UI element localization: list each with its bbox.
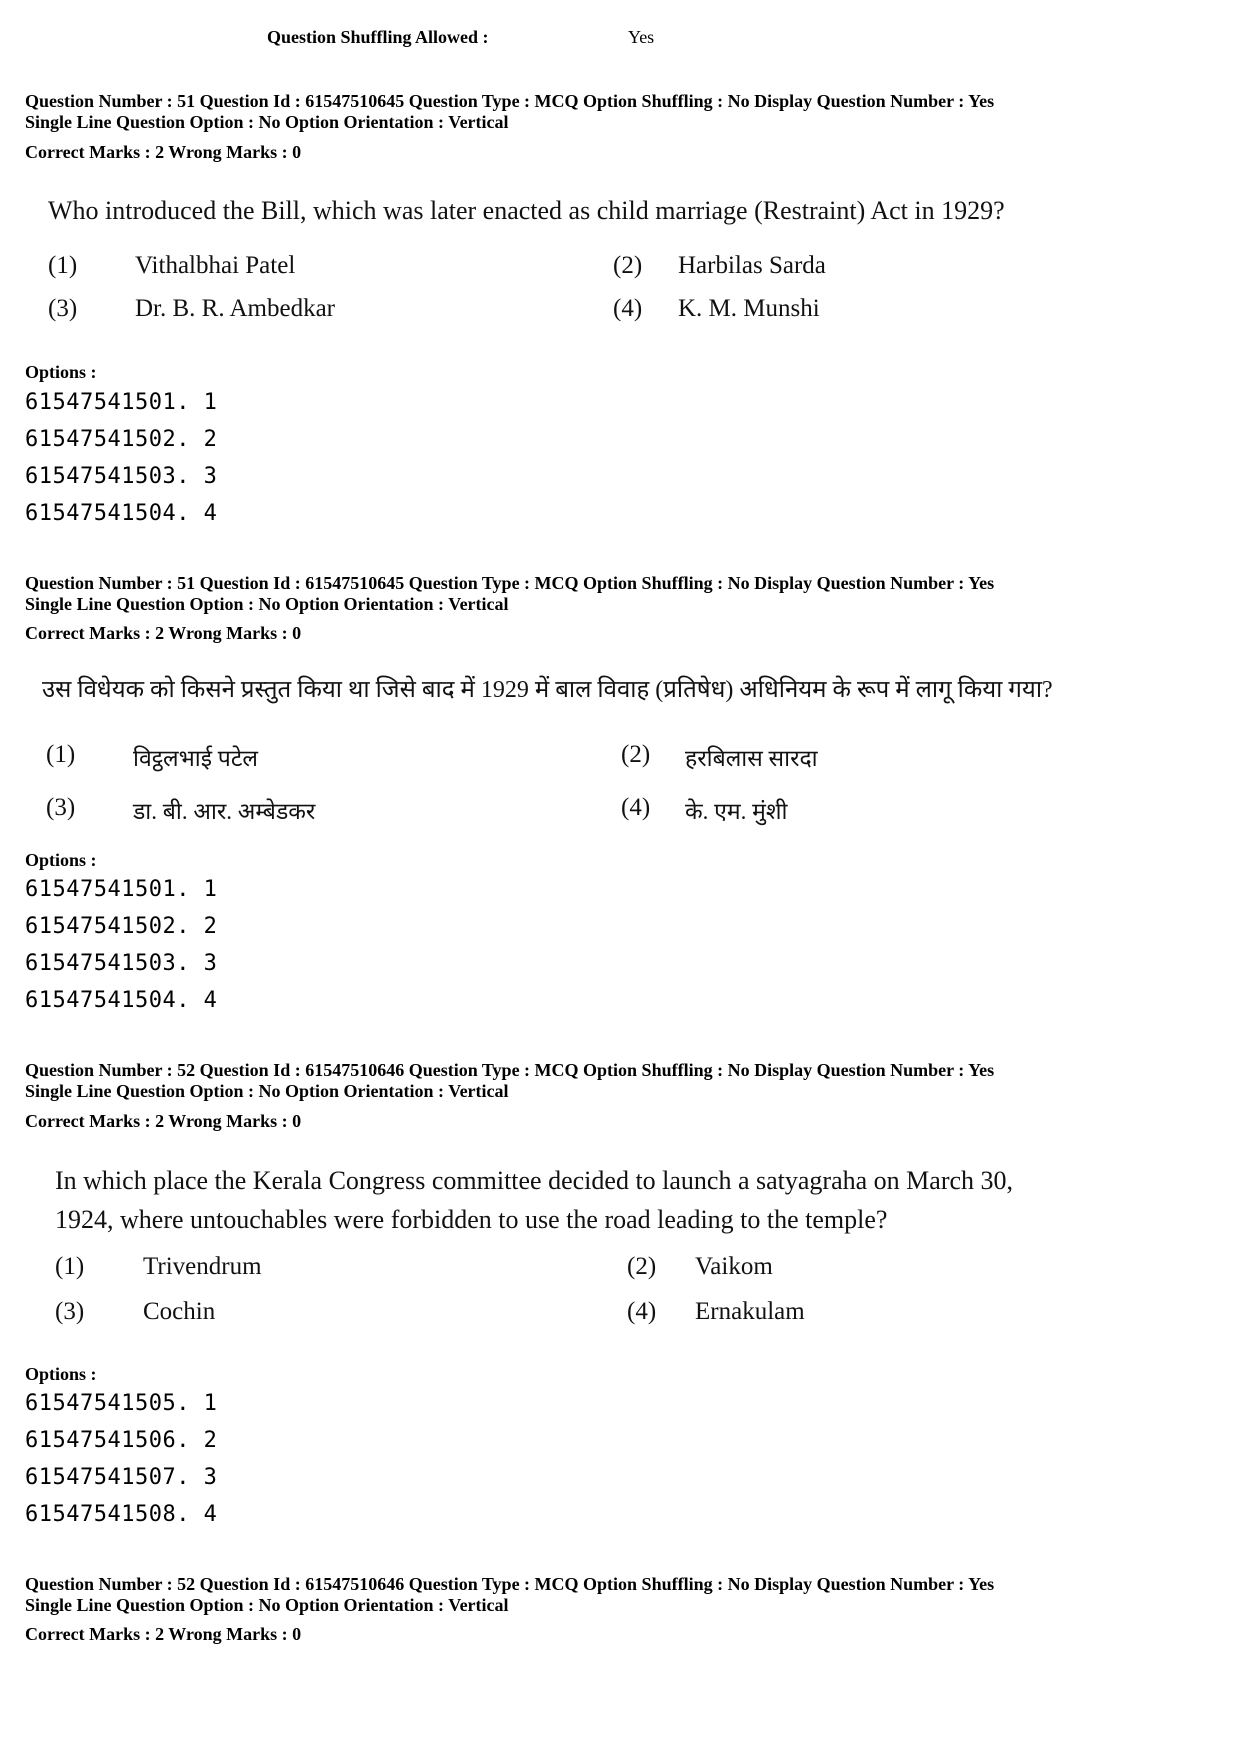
choice-number: (3) bbox=[46, 794, 76, 821]
option-id: 61547541505. 1 bbox=[25, 1391, 218, 1416]
choice-number: (3) bbox=[48, 295, 78, 322]
question-meta-line2: Single Line Question Option : No Option … bbox=[25, 112, 509, 132]
question-meta-line2: Single Line Question Option : No Option … bbox=[25, 594, 509, 614]
choice-text: K. M. Munshi bbox=[678, 295, 820, 322]
question-text: Who introduced the Bill, which was later… bbox=[48, 196, 1005, 225]
options-label: Options : bbox=[25, 850, 97, 870]
question-meta-line1: Question Number : 51 Question Id : 61547… bbox=[25, 573, 995, 593]
option-id: 61547541506. 2 bbox=[25, 1428, 218, 1453]
question-shuffling-label: Question Shuffling Allowed : bbox=[267, 27, 489, 47]
choice-text: के. एम. मुंशी bbox=[685, 799, 788, 824]
question-meta-line1: Question Number : 52 Question Id : 61547… bbox=[25, 1060, 995, 1080]
option-id: 61547541504. 4 bbox=[25, 988, 218, 1013]
choice-text: Harbilas Sarda bbox=[678, 252, 826, 279]
choice-number: (1) bbox=[48, 252, 78, 279]
marks-line: Correct Marks : 2 Wrong Marks : 0 bbox=[25, 1624, 302, 1644]
marks-line: Correct Marks : 2 Wrong Marks : 0 bbox=[25, 623, 302, 643]
option-id: 61547541503. 3 bbox=[25, 951, 218, 976]
question-meta-line1: Question Number : 52 Question Id : 61547… bbox=[25, 1574, 995, 1594]
marks-line: Correct Marks : 2 Wrong Marks : 0 bbox=[25, 1111, 302, 1131]
choice-text: डा. बी. आर. अम्बेडकर bbox=[133, 799, 316, 824]
choice-number: (4) bbox=[627, 1298, 657, 1325]
choice-text: Cochin bbox=[143, 1298, 216, 1325]
question-text-line1: In which place the Kerala Congress commi… bbox=[55, 1166, 1014, 1195]
choice-number: (1) bbox=[46, 741, 76, 768]
choice-text: Dr. B. R. Ambedkar bbox=[135, 295, 335, 322]
option-id: 61547541507. 3 bbox=[25, 1465, 218, 1490]
marks-line: Correct Marks : 2 Wrong Marks : 0 bbox=[25, 142, 302, 162]
choice-number: (3) bbox=[55, 1298, 85, 1325]
choice-number: (4) bbox=[621, 794, 651, 821]
option-id: 61547541502. 2 bbox=[25, 914, 218, 939]
option-id: 61547541504. 4 bbox=[25, 501, 218, 526]
option-id: 61547541503. 3 bbox=[25, 464, 218, 489]
question-text-line2: 1924, where untouchables were forbidden … bbox=[55, 1205, 888, 1234]
question-meta-line1: Question Number : 51 Question Id : 61547… bbox=[25, 91, 995, 111]
choice-text: Ernakulam bbox=[695, 1298, 805, 1325]
option-id: 61547541501. 1 bbox=[25, 877, 218, 902]
choice-number: (1) bbox=[55, 1253, 85, 1280]
choice-text: Trivendrum bbox=[143, 1253, 262, 1280]
options-label: Options : bbox=[25, 1364, 97, 1384]
choice-number: (2) bbox=[627, 1253, 657, 1280]
option-id: 61547541502. 2 bbox=[25, 427, 218, 452]
question-meta-line2: Single Line Question Option : No Option … bbox=[25, 1081, 509, 1101]
option-id: 61547541508. 4 bbox=[25, 1502, 218, 1527]
choice-number: (2) bbox=[621, 741, 651, 768]
option-id: 61547541501. 1 bbox=[25, 390, 218, 415]
choice-text: Vithalbhai Patel bbox=[135, 252, 296, 279]
question-text: उस विधेयक को किसने प्रस्तुत किया था जिसे… bbox=[42, 677, 1053, 703]
choice-text: विट्ठलभाई पटेल bbox=[133, 746, 259, 771]
choice-text: Vaikom bbox=[695, 1253, 773, 1280]
choice-number: (4) bbox=[613, 295, 643, 322]
choice-number: (2) bbox=[613, 252, 643, 279]
options-label: Options : bbox=[25, 362, 97, 382]
choice-text: हरबिलास सारदा bbox=[685, 746, 818, 771]
question-meta-line2: Single Line Question Option : No Option … bbox=[25, 1595, 509, 1615]
question-shuffling-value: Yes bbox=[628, 27, 655, 47]
